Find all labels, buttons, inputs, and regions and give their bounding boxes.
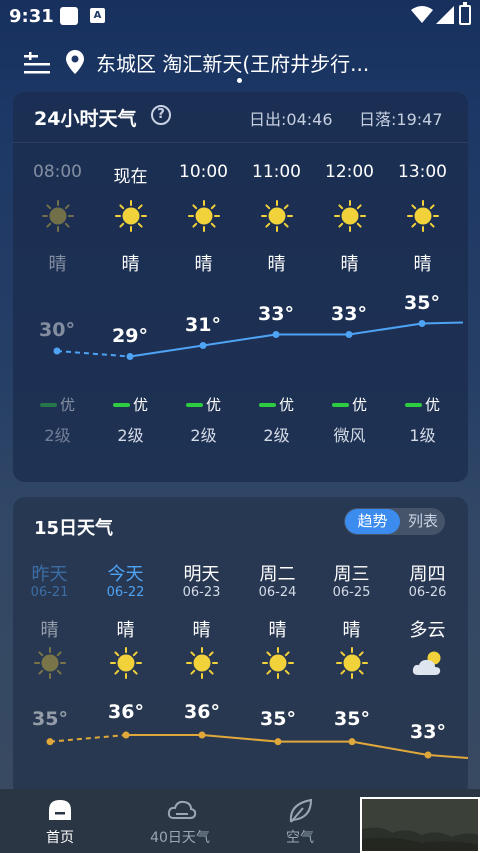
battery-icon [459, 2, 471, 25]
menu-icon[interactable] [24, 52, 50, 76]
daily-point [122, 731, 130, 739]
location-title[interactable]: 东城区 淘汇新天(王府井步行... [96, 48, 369, 77]
hourly-point [345, 331, 353, 338]
header: 东城区 淘汇新天(王府井步行... [0, 40, 480, 88]
hourly-point [199, 342, 207, 349]
hourly-point [272, 331, 280, 338]
floating-video-thumbnail[interactable] [360, 797, 480, 853]
leaf-icon [289, 798, 313, 823]
location-pin-icon [66, 50, 84, 74]
daily-forecast-card: 15日天气 趋势 列表 昨天 06-21 晴 今天 06-22 晴 明天 06-… [13, 497, 468, 797]
daily-point [46, 738, 54, 746]
nav-home[interactable]: 首页 [0, 789, 120, 853]
wifi-icon [411, 6, 433, 23]
cloud-icon [167, 800, 197, 819]
hourly-temp-curve [53, 320, 464, 360]
hourly-line-segment [129, 321, 464, 358]
landscape-image [362, 799, 478, 851]
daily-past-segment [49, 734, 127, 743]
status-time: 9:31 [9, 6, 54, 27]
nav-home-label: 首页 [46, 830, 74, 846]
hourly-point [53, 347, 61, 355]
nav-air-label: 空气 [286, 830, 314, 846]
daily-point [348, 738, 356, 746]
hourly-past-segment [56, 350, 131, 358]
signal-icon [436, 6, 454, 24]
hourly-forecast-card: 24小时天气 ? 日出:04:46 日落:19:47 08:00 晴 优 2级 … [13, 92, 468, 482]
hourly-point [126, 353, 134, 360]
page-indicator-dot [237, 78, 242, 83]
status-bar: 9:31 A [0, 0, 480, 32]
daily-point [424, 751, 432, 759]
nav-40day-label: 40日天气 [150, 830, 210, 846]
notification-icon [60, 7, 78, 25]
home-icon [49, 800, 71, 820]
app-notification-icon: A [90, 8, 105, 23]
daily-point [198, 731, 206, 739]
hourly-point [418, 320, 426, 327]
daily-line-segment [126, 734, 468, 759]
daily-point [274, 738, 282, 746]
daily-temp-curve [46, 731, 468, 759]
nav-air[interactable]: 空气 [240, 789, 360, 853]
nav-40day[interactable]: 40日天气 [120, 789, 240, 853]
